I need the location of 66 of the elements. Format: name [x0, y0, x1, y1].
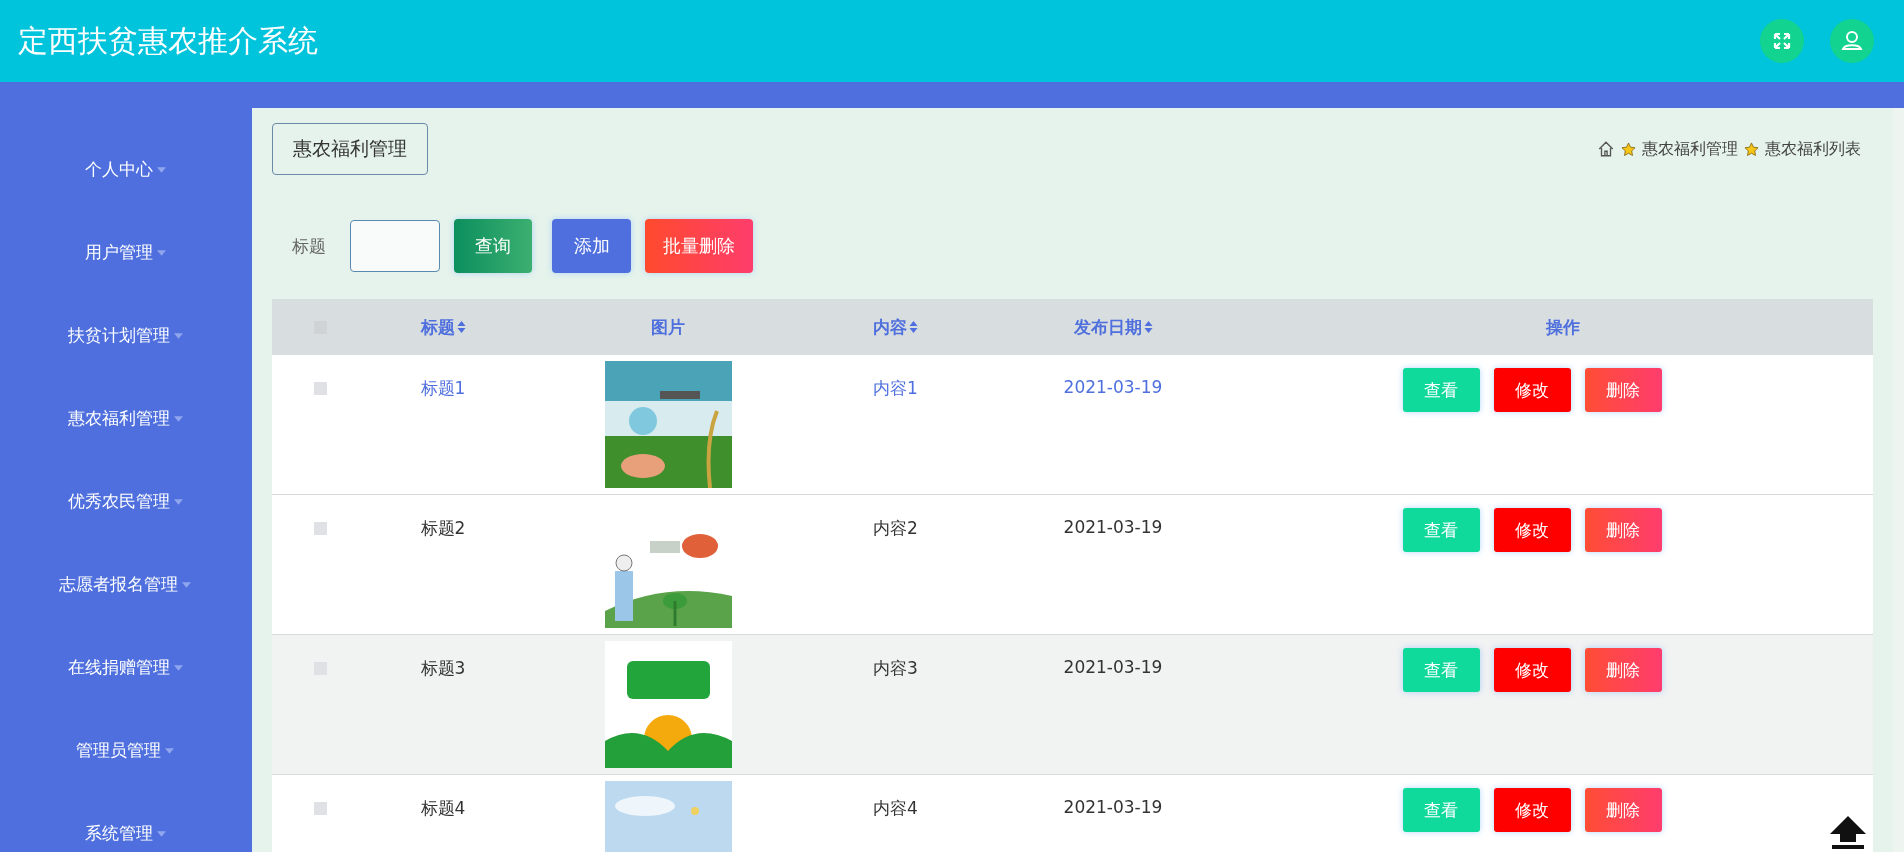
sort-icon [456, 321, 466, 333]
search-button[interactable]: 查询 [454, 219, 532, 273]
edit-button[interactable]: 修改 [1493, 788, 1571, 832]
app-title: 定西扶贫惠农推介系统 [18, 21, 318, 60]
table-cell-text: 标题1 [420, 377, 466, 400]
fullscreen-icon[interactable] [1760, 19, 1804, 63]
row-checkbox[interactable] [313, 382, 327, 395]
home-icon[interactable] [1597, 140, 1615, 158]
caret-icon [182, 582, 191, 588]
breadcrumb-link[interactable]: 惠农福利列表 [1765, 138, 1861, 160]
table-cell-text: 标题2 [420, 517, 466, 540]
caret-icon [156, 167, 166, 173]
table-cell-text: 内容2 [873, 517, 918, 540]
caret-icon [165, 748, 174, 754]
table-cell-text: 内容4 [873, 797, 918, 820]
title-input[interactable] [350, 220, 440, 272]
column-label: 操作 [1546, 315, 1580, 339]
caret-icon [156, 250, 166, 256]
sidebar-item[interactable]: 扶贫计划管理 [0, 324, 250, 407]
sort-icon [909, 321, 918, 333]
search-label: 标题 [292, 234, 326, 258]
table-cell-text: 2021-03-19 [1063, 377, 1163, 399]
column-label: 图片 [651, 315, 685, 339]
sidebar-item[interactable]: 管理员管理 [0, 739, 250, 822]
caret-icon [173, 665, 183, 671]
table-cell-text: 内容1 [873, 377, 918, 400]
table-row[interactable]: 标题3 内容3 2021-03-19 查看 修改 删除 [272, 635, 1873, 775]
delete-button[interactable]: 删除 [1584, 508, 1662, 552]
table-cell-text: 内容3 [873, 657, 918, 680]
row-checkbox[interactable] [313, 802, 327, 815]
table-cell-text: 2021-03-19 [1063, 517, 1163, 539]
caret-icon [156, 831, 166, 837]
table-cell-text: 2021-03-19 [1063, 797, 1163, 819]
sort-header-button[interactable]: 标题 [420, 315, 466, 339]
caret-icon [173, 499, 183, 505]
sidebar-item[interactable]: 志愿者报名管理 [0, 573, 250, 656]
sidebar-item[interactable]: 在线捐赠管理 [0, 656, 250, 739]
table-cell-text: 标题4 [420, 797, 466, 820]
sidebar-item[interactable]: 惠农福利管理 [0, 407, 250, 490]
sidebar-item[interactable]: 个人中心 [0, 158, 250, 241]
sort-header-button[interactable]: 发布日期 [1073, 315, 1153, 339]
table-cell-text: 标题3 [420, 657, 466, 680]
sidebar-item[interactable]: 用户管理 [0, 241, 250, 324]
sidebar-item[interactable]: 优秀农民管理 [0, 490, 250, 573]
sort-header-button[interactable]: 内容 [873, 315, 918, 339]
star-icon [1744, 141, 1759, 157]
add-button[interactable]: 添加 [552, 219, 631, 273]
page-title-button[interactable]: 惠农福利管理 [272, 123, 428, 175]
edit-button[interactable]: 修改 [1493, 508, 1571, 552]
delete-button[interactable]: 删除 [1584, 368, 1662, 412]
delete-button[interactable]: 删除 [1584, 788, 1662, 832]
edit-button[interactable]: 修改 [1493, 368, 1571, 412]
user-icon[interactable] [1830, 19, 1874, 63]
row-checkbox[interactable] [313, 522, 327, 535]
scrollbar[interactable] [1893, 108, 1904, 852]
caret-icon [173, 333, 183, 339]
sidebar-item[interactable]: 系统管理 [0, 822, 250, 852]
sort-icon [1143, 321, 1153, 333]
delete-button[interactable]: 批量删除 [645, 219, 753, 273]
caret-icon [173, 416, 183, 422]
back-to-top-icon[interactable] [1828, 814, 1868, 850]
edit-button[interactable]: 修改 [1493, 648, 1571, 692]
delete-button[interactable]: 删除 [1584, 648, 1662, 692]
star-icon [1621, 141, 1636, 157]
table-cell-text: 2021-03-19 [1063, 657, 1163, 679]
breadcrumb-link[interactable]: 惠农福利管理 [1642, 138, 1738, 160]
